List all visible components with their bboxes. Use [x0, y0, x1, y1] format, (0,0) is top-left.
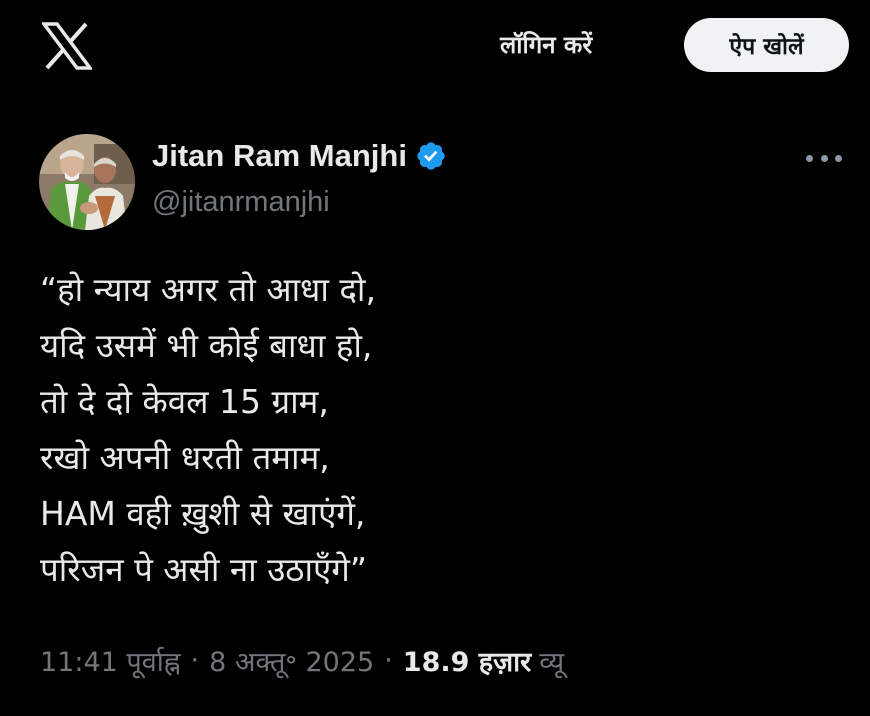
author-handle[interactable]: @jitanrmanjhi	[152, 186, 330, 219]
more-dot	[835, 154, 842, 162]
open-app-button[interactable]: ऐप खोलें	[684, 18, 849, 72]
verified-badge-icon	[417, 142, 445, 170]
views-count: 18.9 हज़ार	[402, 647, 532, 678]
more-dot	[820, 154, 828, 162]
top-bar: लॉगिन करें ऐप खोलें	[0, 0, 870, 96]
tweet-line: रखो अपनी धरती तमाम,	[40, 438, 330, 477]
separator-dot: ·	[384, 645, 393, 676]
x-logo-icon[interactable]	[42, 22, 92, 70]
tweet-line: “हो न्याय अगर तो आधा दो,	[40, 270, 376, 309]
tweet-meta: 11:41 पूर्वाह्न · 8 अक्तू॰ 2025 · 18.9 ह…	[40, 642, 564, 679]
avatar-photo	[39, 134, 135, 230]
views-label: व्यू	[539, 647, 565, 678]
more-options-icon[interactable]	[806, 148, 842, 168]
login-link[interactable]: लॉगिन करें	[500, 28, 592, 61]
tweet-line: तो दे दो केवल 15 ग्राम,	[40, 382, 329, 421]
tweet-date[interactable]: 8 अक्तू॰ 2025	[209, 642, 374, 679]
more-dot	[806, 154, 813, 162]
avatar[interactable]	[39, 134, 135, 230]
tweet-text: “हो न्याय अगर तो आधा दो, यदि उसमें भी को…	[40, 262, 840, 598]
tweet-time[interactable]: 11:41 पूर्वाह्न	[40, 642, 181, 679]
tweet-line: HAM वही ख़ुशी से खाएंगें,	[40, 494, 366, 533]
tweet-line: परिजन पे असी ना उठाएँगे”	[40, 550, 367, 589]
author-name-row: Jitan Ram Manjhi	[152, 138, 447, 174]
separator-dot: ·	[190, 645, 200, 676]
tweet-line: यदि उसमें भी कोई बाधा हो,	[40, 326, 373, 365]
author-name[interactable]: Jitan Ram Manjhi	[152, 138, 407, 174]
